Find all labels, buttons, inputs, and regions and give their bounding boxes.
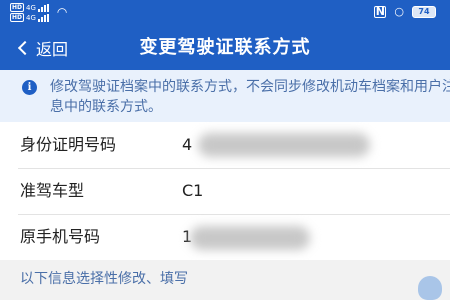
optional-section: 以下信息选择性修改、填写: [0, 260, 450, 300]
id-number-value: 4: [182, 135, 193, 154]
network-type: 4G: [26, 13, 36, 22]
license-class-label: 准驾车型: [20, 181, 85, 200]
notice-text: 修改驾驶证档案中的联系方式，不会同步修改机动车档案和用户注册信息中的联系方式。: [50, 79, 450, 115]
app-header: 变更驾驶证联系方式 返回: [0, 26, 450, 70]
status-left: HD 4G HD 4G ◠: [10, 3, 67, 22]
original-phone-label: 原手机号码: [20, 227, 101, 246]
hd-badge: HD: [10, 13, 25, 22]
status-right: N ○ 74: [374, 5, 436, 18]
battery-icon: 74: [412, 5, 436, 18]
original-phone-row: 原手机号码 1: [0, 214, 450, 260]
section-hint: 以下信息选择性修改、填写: [20, 271, 188, 287]
sim1-indicator: HD 4G: [10, 3, 49, 12]
id-number-row: 身份证明号码 4: [0, 122, 450, 168]
wifi-icon: ◠: [56, 5, 68, 19]
network-type: 4G: [26, 3, 36, 12]
info-form: 身份证明号码 4 准驾车型 C1 原手机号码 1: [0, 122, 450, 260]
sim-indicators: HD 4G HD 4G: [10, 3, 49, 22]
nfc-icon: N: [374, 4, 387, 18]
notice-banner: i 修改驾驶证档案中的联系方式，不会同步修改机动车档案和用户注册信息中的联系方式…: [0, 70, 450, 122]
chevron-left-icon: [17, 40, 33, 56]
license-class-value: C1: [182, 181, 204, 200]
signal-icon: [37, 13, 49, 22]
watermark-icon: [418, 276, 442, 300]
info-icon: i: [22, 80, 37, 95]
sim2-indicator: HD 4G: [10, 13, 49, 22]
id-number-label: 身份证明号码: [20, 135, 117, 154]
back-button[interactable]: 返回: [16, 34, 68, 62]
redaction-blur: [190, 226, 310, 250]
license-class-row: 准驾车型 C1: [0, 168, 450, 214]
hd-badge: HD: [10, 3, 25, 12]
redaction-blur: [198, 133, 370, 157]
status-bar: HD 4G HD 4G ◠ N ○ 74: [0, 0, 450, 26]
back-label: 返回: [36, 40, 69, 59]
signal-icon: [37, 3, 49, 12]
alarm-icon: ○: [394, 5, 404, 18]
